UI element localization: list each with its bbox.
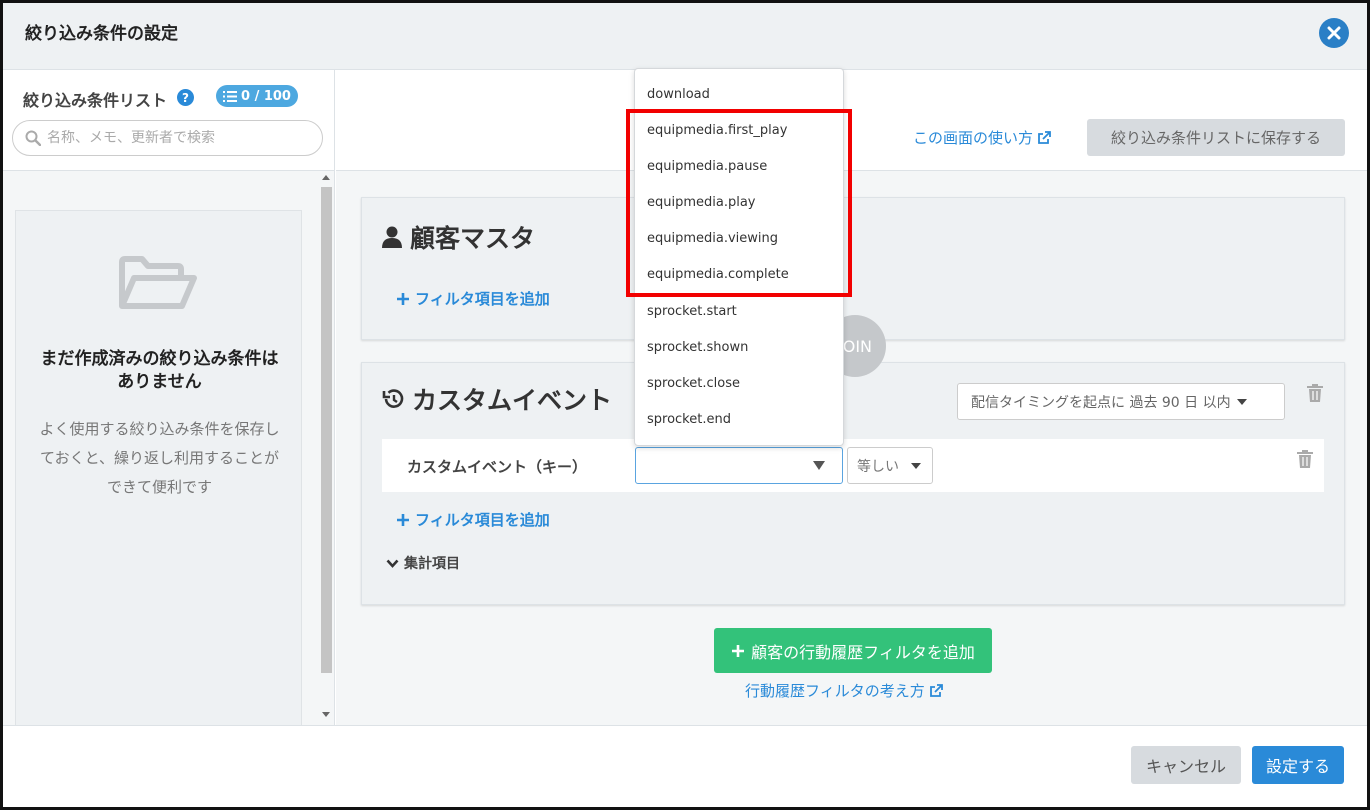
scroll-down-arrow-icon[interactable] — [322, 712, 330, 717]
folder-open-icon — [116, 256, 198, 316]
user-icon — [382, 226, 402, 248]
timing-select-value: 配信タイミングを起点に 過去 90 日 以内 — [971, 394, 1231, 411]
close-icon — [1327, 26, 1341, 40]
dropdown-option[interactable]: download — [647, 87, 837, 102]
modal-title: 絞り込み条件の設定 — [25, 24, 178, 44]
dropdown-option[interactable]: sprocket.start — [647, 304, 837, 319]
editor-toolbar: この画面の使い方 絞り込み条件リストに保存する — [336, 70, 1367, 171]
add-behavior-filter-label: 顧客の行動履歴フィルタを追加 — [751, 642, 975, 662]
dropdown-arrow-icon — [813, 461, 825, 470]
aggregation-label: 集計項目 — [404, 556, 460, 572]
empty-state-description: よく使用する絞り込み条件を保存しておくと、繰り返し利用することができて便利です — [39, 420, 280, 496]
scrollbar[interactable] — [319, 171, 334, 725]
customer-master-title-text: 顧客マスタ — [410, 224, 536, 253]
add-filter-button-event[interactable]: フィルタ項目を追加 — [396, 509, 550, 530]
save-to-list-button[interactable]: 絞り込み条件リストに保存する — [1087, 119, 1345, 156]
history-icon — [382, 389, 404, 408]
caret-down-icon — [1236, 398, 1247, 405]
timing-select[interactable]: 配信タイミングを起点に 過去 90 日 以内 — [957, 383, 1285, 420]
search-icon — [25, 130, 41, 146]
dropdown-option[interactable]: sprocket.end — [647, 412, 837, 427]
search-input[interactable] — [47, 130, 297, 146]
custom-event-row: カスタムイベント（キー） 等しい — [382, 439, 1324, 492]
howto-link[interactable]: この画面の使い方 — [913, 127, 1051, 148]
modal-header: 絞り込み条件の設定 — [3, 3, 1367, 70]
plus-icon — [397, 513, 409, 526]
dropdown-option[interactable]: equipmedia.viewing — [647, 231, 837, 246]
custom-event-title-text: カスタムイベント — [412, 386, 613, 415]
event-key-select[interactable] — [635, 447, 843, 484]
dropdown-option[interactable]: sprocket.shown — [647, 340, 837, 355]
count-badge: 0 / 100 — [216, 85, 298, 107]
add-filter-button-customer[interactable]: フィルタ項目を追加 — [396, 288, 550, 309]
plus-icon — [732, 644, 745, 657]
cancel-button[interactable]: キャンセル — [1131, 746, 1241, 784]
behavior-link-label: 行動履歴フィルタの考え方 — [745, 682, 925, 700]
add-filter-label: フィルタ項目を追加 — [415, 511, 550, 529]
trash-icon — [1307, 384, 1323, 402]
dropdown-option[interactable]: equipmedia.play — [647, 195, 837, 210]
operator-select[interactable]: 等しい — [847, 447, 933, 484]
modal-footer: キャンセル 設定する — [3, 725, 1367, 807]
custom-event-card: カスタムイベント 配信タイミングを起点に 過去 90 日 以内 カスタムイベント… — [361, 362, 1345, 605]
customer-master-title: 顧客マスタ — [382, 219, 535, 255]
close-button[interactable] — [1319, 18, 1349, 48]
delete-row-button[interactable] — [1297, 450, 1313, 472]
custom-event-title: カスタムイベント — [382, 381, 612, 417]
scroll-up-arrow-icon[interactable] — [322, 175, 330, 180]
custom-event-key-label: カスタムイベント（キー） — [407, 458, 588, 476]
dropdown-option[interactable]: equipmedia.pause — [647, 159, 837, 174]
search-box[interactable] — [12, 120, 323, 156]
filter-list-panel: 絞り込み条件リスト ? 0 / 100 まだ作成済みの絞り込み条件はありません … — [3, 70, 335, 730]
editor-body: 顧客マスタ フィルタ項目を追加 カスタムイベント 配信タイミングを起点に 過去 … — [336, 171, 1367, 725]
filter-list-title: 絞り込み条件リスト — [23, 91, 168, 110]
external-link-icon — [929, 683, 943, 697]
list-icon — [223, 90, 237, 102]
operator-value: 等しい — [857, 458, 899, 475]
apply-button[interactable]: 設定する — [1252, 746, 1344, 784]
chevron-down-icon — [386, 559, 399, 568]
add-filter-label: フィルタ項目を追加 — [415, 290, 550, 308]
aggregation-toggle[interactable]: 集計項目 — [386, 553, 460, 573]
delete-section-button[interactable] — [1307, 384, 1323, 406]
howto-link-label: この画面の使い方 — [913, 129, 1034, 147]
event-key-dropdown[interactable]: download equipmedia.first_play equipmedi… — [634, 68, 844, 446]
empty-state-title: まだ作成済みの絞り込み条件はありません — [40, 349, 279, 392]
caret-down-icon — [911, 462, 921, 469]
behavior-filter-guide-link[interactable]: 行動履歴フィルタの考え方 — [745, 680, 943, 701]
dropdown-option[interactable]: equipmedia.first_play — [647, 123, 837, 138]
trash-icon — [1297, 450, 1313, 468]
scrollbar-thumb[interactable] — [321, 187, 332, 673]
dropdown-option[interactable]: sprocket.close — [647, 376, 837, 391]
empty-state-card: まだ作成済みの絞り込み条件はありません よく使用する絞り込み条件を保存しておくと… — [15, 210, 302, 730]
external-link-icon — [1038, 130, 1051, 144]
count-badge-text: 0 / 100 — [241, 88, 291, 104]
dropdown-option[interactable]: equipmedia.complete — [647, 267, 837, 282]
plus-icon — [397, 292, 409, 305]
filter-list-scroll-area[interactable]: まだ作成済みの絞り込み条件はありません よく使用する絞り込み条件を保存しておくと… — [3, 171, 334, 730]
filter-editor-panel: この画面の使い方 絞り込み条件リストに保存する 顧客マスタ フィルタ項目を追加 … — [336, 70, 1367, 725]
help-icon[interactable]: ? — [177, 89, 194, 106]
add-behavior-filter-button[interactable]: 顧客の行動履歴フィルタを追加 — [714, 628, 992, 673]
